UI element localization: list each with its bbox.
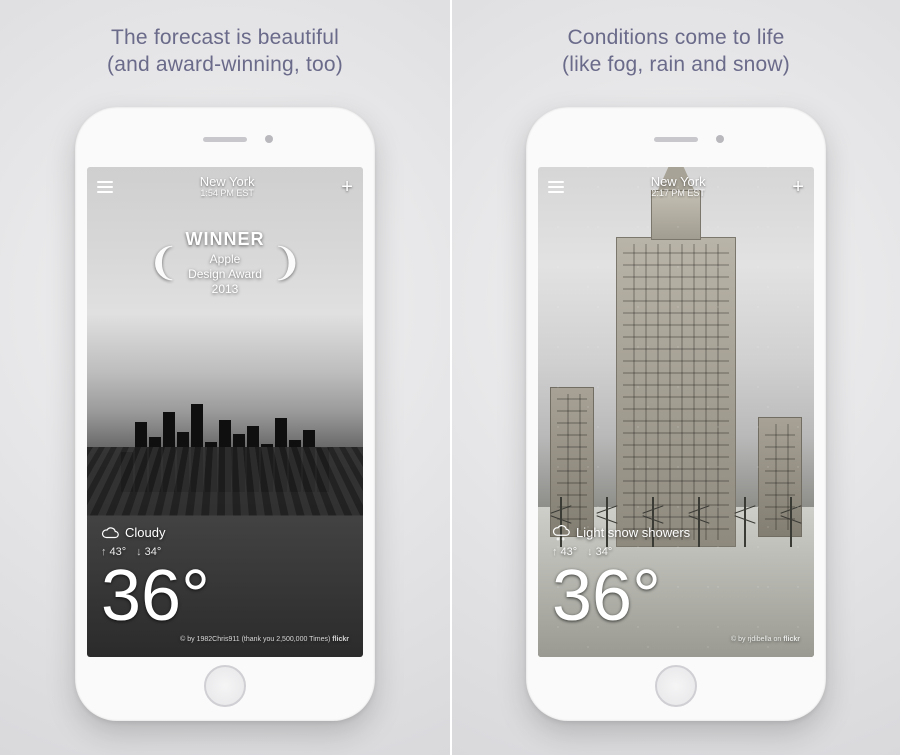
current-temp: 36° (552, 560, 800, 632)
tagline: The forecast is beautiful (and award-win… (107, 24, 343, 79)
photo-credit: © by 1982Chris911 (thank you 2,500,000 T… (101, 636, 349, 643)
app-screen: New York 2:17 PM EST + Light snow shower… (538, 167, 814, 657)
promo-panel-1: The forecast is beautiful (and award-win… (0, 0, 450, 755)
down-arrow-icon: ↓ (587, 546, 593, 558)
location-time: 2:17 PM EST (651, 189, 706, 199)
photo-credit: © by rjdibella on flickr (552, 636, 800, 643)
condition-text: Light snow showers (576, 525, 690, 540)
credit-text: © by rjdibella on (731, 636, 783, 643)
award-line-2: Design Award (188, 267, 262, 281)
award-line-1: Apple (210, 252, 241, 266)
tagline-line-2: (and award-winning, too) (107, 51, 343, 78)
phone-front-camera (716, 135, 724, 143)
cloud-icon (101, 524, 119, 542)
award-badge: ❨ WINNER Apple Design Award 2013 ❨ (135, 229, 315, 297)
menu-icon[interactable] (97, 181, 113, 193)
app-screen: New York 1:54 PM EST + ❨ WINNER Apple De… (87, 167, 363, 657)
tagline-line-1: Conditions come to life (562, 24, 790, 51)
location-header[interactable]: New York 2:17 PM EST (651, 175, 706, 199)
pier-art (87, 447, 363, 515)
current-temp: 36° (101, 560, 349, 632)
phone-home-button (204, 665, 246, 707)
credit-text: © by 1982Chris911 (thank you 2,500,000 T… (180, 636, 332, 643)
app-topbar: New York 1:54 PM EST + (97, 175, 353, 199)
weather-summary: Cloudy ↑43° ↓34° 36° © by 1982Chris911 (… (101, 524, 349, 643)
tagline: Conditions come to life (like fog, rain … (562, 24, 790, 79)
add-location-icon[interactable]: + (341, 181, 353, 193)
condition-text: Cloudy (125, 525, 165, 540)
flickr-logo: flickr (332, 636, 349, 643)
high-temp: 43° (110, 546, 127, 558)
promo-panel-2: Conditions come to life (like fog, rain … (450, 0, 900, 755)
location-header[interactable]: New York 1:54 PM EST (200, 175, 255, 199)
up-arrow-icon: ↑ (101, 546, 107, 558)
location-name: New York (200, 175, 255, 189)
phone-mockup: New York 1:54 PM EST + ❨ WINNER Apple De… (75, 107, 375, 721)
award-line-3: 2013 (212, 282, 239, 296)
laurel-left-icon: ❨ (148, 240, 180, 285)
phone-mockup: New York 2:17 PM EST + Light snow shower… (526, 107, 826, 721)
snow-icon (552, 524, 570, 542)
laurel-right-icon: ❨ (271, 240, 303, 285)
weather-summary: Light snow showers ↑43° ↓34° 36° © by rj… (552, 524, 800, 643)
flickr-logo: flickr (783, 636, 800, 643)
low-temp: 34° (145, 546, 162, 558)
location-name: New York (651, 175, 706, 189)
tagline-line-2: (like fog, rain and snow) (562, 51, 790, 78)
menu-icon[interactable] (548, 181, 564, 193)
low-temp: 34° (596, 546, 613, 558)
phone-earpiece (654, 137, 698, 142)
phone-earpiece (203, 137, 247, 142)
high-low-row: ↑43° ↓34° (552, 546, 800, 558)
phone-home-button (655, 665, 697, 707)
phone-front-camera (265, 135, 273, 143)
down-arrow-icon: ↓ (136, 546, 142, 558)
up-arrow-icon: ↑ (552, 546, 558, 558)
add-location-icon[interactable]: + (792, 181, 804, 193)
location-time: 1:54 PM EST (200, 189, 255, 199)
high-low-row: ↑43° ↓34° (101, 546, 349, 558)
award-title: WINNER (186, 229, 265, 250)
app-topbar: New York 2:17 PM EST + (548, 175, 804, 199)
high-temp: 43° (561, 546, 578, 558)
tagline-line-1: The forecast is beautiful (107, 24, 343, 51)
